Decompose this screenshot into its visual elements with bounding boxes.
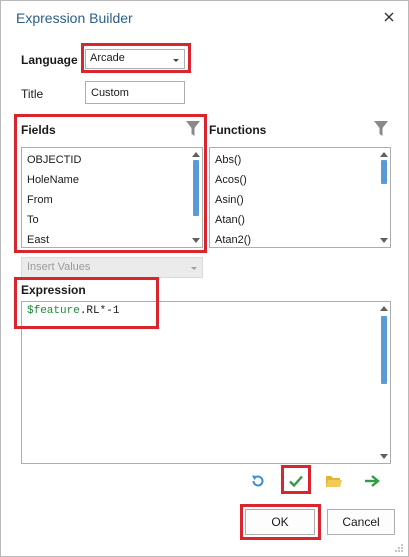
cancel-button[interactable]: Cancel	[327, 509, 395, 535]
title-label: Title	[21, 87, 44, 101]
scroll-thumb[interactable]	[381, 160, 387, 184]
open-folder-icon[interactable]	[324, 471, 344, 491]
functions-list-item[interactable]: Atan()	[215, 214, 245, 226]
functions-list-item[interactable]: Asin()	[215, 194, 244, 206]
scroll-thumb[interactable]	[381, 316, 387, 384]
scroll-down-icon[interactable]	[380, 454, 388, 459]
expression-builder-dialog: Expression Builder Language Arcade Title…	[0, 0, 409, 557]
language-label: Language	[21, 53, 78, 67]
scroll-up-icon[interactable]	[380, 306, 388, 311]
resize-grip-icon[interactable]	[394, 542, 404, 552]
export-arrow-icon[interactable]	[362, 471, 382, 491]
insert-values-dropdown: Insert Values	[21, 257, 203, 278]
scroll-up-icon[interactable]	[380, 152, 388, 157]
functions-list-item[interactable]: Abs()	[215, 154, 241, 166]
scroll-down-icon[interactable]	[380, 238, 388, 243]
chevron-down-icon	[191, 267, 197, 270]
functions-funnel-icon[interactable]	[374, 121, 388, 137]
verify-highlight	[281, 465, 311, 494]
expression-scrollbar[interactable]	[378, 302, 390, 463]
title-bar: Expression Builder	[1, 1, 408, 35]
expression-highlight	[14, 277, 159, 329]
ok-highlight	[240, 504, 321, 540]
cancel-button-label: Cancel	[342, 515, 380, 529]
insert-values-label: Insert Values	[27, 261, 91, 273]
undo-icon[interactable]	[248, 471, 268, 491]
functions-list-item[interactable]: Acos()	[215, 174, 247, 186]
functions-list-item[interactable]: Atan2()	[215, 234, 251, 246]
close-icon[interactable]	[378, 6, 400, 28]
fields-highlight	[14, 114, 207, 253]
functions-scrollbar[interactable]	[378, 148, 390, 247]
functions-label: Functions	[209, 123, 267, 137]
title-input[interactable]: Custom	[85, 81, 185, 104]
title-input-value: Custom	[91, 87, 129, 99]
dialog-title: Expression Builder	[16, 10, 133, 26]
functions-list[interactable]: Abs() Acos() Asin() Atan() Atan2()	[209, 147, 391, 248]
language-highlight	[81, 43, 191, 73]
